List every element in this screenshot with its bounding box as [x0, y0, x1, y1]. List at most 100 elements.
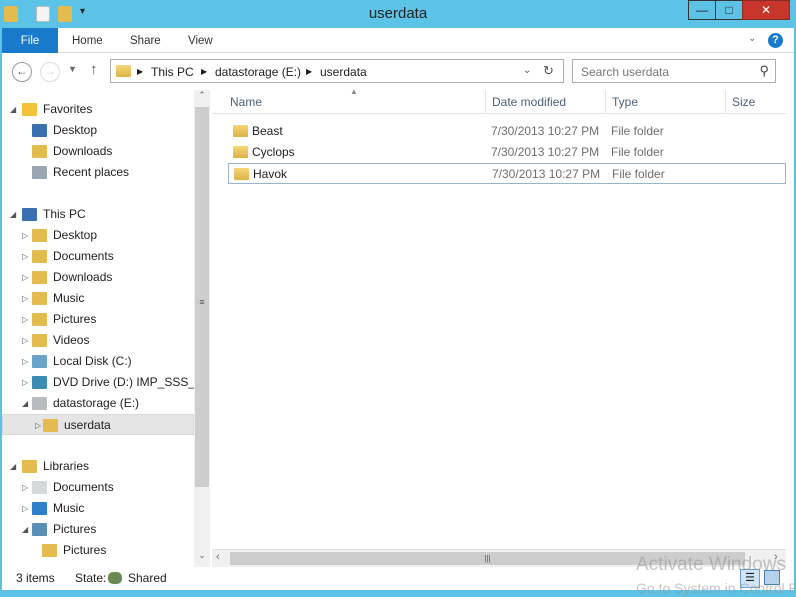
ribbon: File Home Share View ⌄ ?	[2, 28, 794, 53]
file-row[interactable]: Beast 7/30/2013 10:27 PM File folder	[228, 121, 786, 142]
nav-item[interactable]: ◢ This PC	[2, 204, 194, 225]
nav-item-label: Pictures	[53, 312, 97, 326]
nav-item[interactable]: ▷ Videos	[2, 330, 194, 351]
close-button[interactable]: ✕	[742, 0, 790, 20]
folder-icon	[43, 419, 58, 432]
address-bar[interactable]: ▶ This PC ▶ datastorage (E:) ▶ userdata …	[110, 59, 564, 83]
nav-item[interactable]: ▷ Documents	[2, 477, 194, 498]
state-label: State:	[75, 571, 107, 585]
expand-arrow-icon[interactable]: ▷	[35, 415, 41, 436]
music-folder-icon	[32, 292, 47, 305]
state-value: Shared	[128, 571, 167, 585]
nav-item[interactable]: ▷ Pictures	[2, 309, 194, 330]
file-row[interactable]: Havok 7/30/2013 10:27 PM File folder	[228, 163, 786, 184]
documents-icon	[32, 481, 47, 494]
nav-item[interactable]: Downloads	[2, 141, 194, 162]
nav-item[interactable]: ◢ datastorage (E:)	[2, 393, 194, 414]
nav-item[interactable]: ◢ Libraries	[2, 456, 194, 477]
nav-item[interactable]: ▷ Desktop	[2, 225, 194, 246]
collapse-arrow-icon[interactable]: ◢	[22, 393, 28, 414]
expand-arrow-icon[interactable]: ▷	[22, 267, 28, 288]
expand-arrow-icon[interactable]: ▷	[22, 477, 28, 498]
nav-item[interactable]: ▷ Music	[2, 288, 194, 309]
file-row[interactable]: Cyclops 7/30/2013 10:27 PM File folder	[228, 142, 786, 163]
nav-item-label: DVD Drive (D:) IMP_SSS_X64	[53, 375, 194, 389]
nav-item[interactable]: Pictures	[2, 540, 194, 561]
nav-item[interactable]: ▷ userdata	[2, 414, 194, 435]
nav-item[interactable]: ◢ Pictures	[2, 519, 194, 540]
file-type: File folder	[611, 124, 664, 138]
help-icon[interactable]: ?	[768, 33, 783, 48]
nav-vertical-scrollbar[interactable]: ⌃ ≡ ⌄	[194, 90, 210, 567]
minimize-button[interactable]: —	[688, 0, 716, 20]
file-date: 7/30/2013 10:27 PM	[491, 145, 600, 159]
local-disk-icon	[32, 355, 47, 368]
expand-arrow-icon[interactable]: ▷	[22, 372, 28, 393]
expand-arrow-icon[interactable]: ▷	[22, 351, 28, 372]
scroll-down-icon[interactable]: ⌄	[194, 550, 210, 566]
breadcrumb-datastorage[interactable]: datastorage (E:)	[215, 65, 301, 79]
downloads-folder-icon	[32, 145, 47, 158]
recent-locations-icon[interactable]: ▼	[68, 64, 77, 74]
breadcrumb-arrow-icon[interactable]: ▶	[137, 67, 143, 76]
back-button[interactable]: ←	[12, 62, 32, 82]
search-input[interactable]: Search userdata ⚲	[572, 59, 776, 83]
collapse-arrow-icon[interactable]: ◢	[22, 519, 28, 540]
refresh-icon[interactable]: ↻	[543, 63, 554, 79]
column-type[interactable]: Type	[606, 90, 726, 114]
nav-item[interactable]: ▷ Local Disk (C:)	[2, 351, 194, 372]
expand-arrow-icon[interactable]: ▷	[22, 288, 28, 309]
nav-item-label: Libraries	[43, 459, 90, 473]
libraries-icon	[22, 460, 37, 473]
expand-arrow-icon[interactable]: ▷	[22, 498, 28, 519]
scroll-left-icon[interactable]: ‹	[216, 551, 220, 563]
nav-item-label: Music	[53, 291, 85, 305]
column-header-row: ▲ Name Date modified Type Size	[212, 87, 786, 114]
item-count: 3 items	[16, 571, 55, 585]
collapse-arrow-icon[interactable]: ◢	[10, 204, 16, 225]
tab-file[interactable]: File	[2, 28, 58, 53]
nav-item[interactable]: ◢ Favorites	[2, 99, 194, 120]
window-title: userdata	[368, 5, 428, 22]
tab-share[interactable]: Share	[116, 28, 175, 53]
file-name: Havok	[253, 167, 288, 181]
nav-item[interactable]: ▷ Downloads	[2, 267, 194, 288]
tab-view[interactable]: View	[174, 28, 227, 53]
collapse-arrow-icon[interactable]: ◢	[10, 456, 16, 477]
expand-arrow-icon[interactable]: ▷	[22, 330, 28, 351]
nav-item[interactable]: Recent places	[2, 162, 194, 183]
expand-arrow-icon[interactable]: ▷	[22, 309, 28, 330]
maximize-button[interactable]: □	[715, 0, 743, 20]
column-name[interactable]: Name	[224, 90, 486, 114]
scroll-up-icon[interactable]: ⌃	[194, 90, 210, 106]
up-button[interactable]: ↑	[90, 61, 98, 78]
folder-icon	[233, 125, 248, 137]
forward-button[interactable]: →	[40, 62, 60, 82]
expand-ribbon-icon[interactable]: ⌄	[748, 33, 756, 44]
expand-arrow-icon[interactable]: ▷	[22, 225, 28, 246]
breadcrumb-arrow-icon[interactable]: ▶	[201, 67, 207, 76]
nav-item[interactable]: ▷ DVD Drive (D:) IMP_SSS_X64	[2, 372, 194, 393]
breadcrumb-this-pc[interactable]: This PC	[151, 65, 194, 79]
file-date: 7/30/2013 10:27 PM	[492, 167, 601, 181]
folder-icon	[116, 65, 131, 77]
nav-item[interactable]: ▷ Music	[2, 498, 194, 519]
expand-arrow-icon[interactable]: ▷	[22, 246, 28, 267]
nav-item-label: Desktop	[53, 123, 98, 137]
scrollbar-thumb[interactable]: ≡	[195, 107, 209, 487]
nav-item-label: Downloads	[53, 270, 113, 284]
nav-item-label: Music	[53, 501, 85, 515]
nav-item[interactable]: Desktop	[2, 120, 194, 141]
tab-home[interactable]: Home	[58, 28, 117, 53]
address-dropdown-icon[interactable]: ⌄	[523, 65, 531, 76]
collapse-arrow-icon[interactable]: ◢	[10, 99, 16, 120]
activation-watermark-subtext: Go to System in Control Panel	[636, 580, 796, 596]
column-size[interactable]: Size	[726, 90, 786, 114]
file-date: 7/30/2013 10:27 PM	[491, 124, 600, 138]
folder-icon	[233, 146, 248, 158]
column-date-modified[interactable]: Date modified	[486, 90, 606, 114]
breadcrumb-arrow-icon[interactable]: ▶	[306, 67, 312, 76]
nav-item[interactable]: ▷ Documents	[2, 246, 194, 267]
nav-item-label: Favorites	[43, 102, 93, 116]
breadcrumb-userdata[interactable]: userdata	[320, 65, 367, 79]
